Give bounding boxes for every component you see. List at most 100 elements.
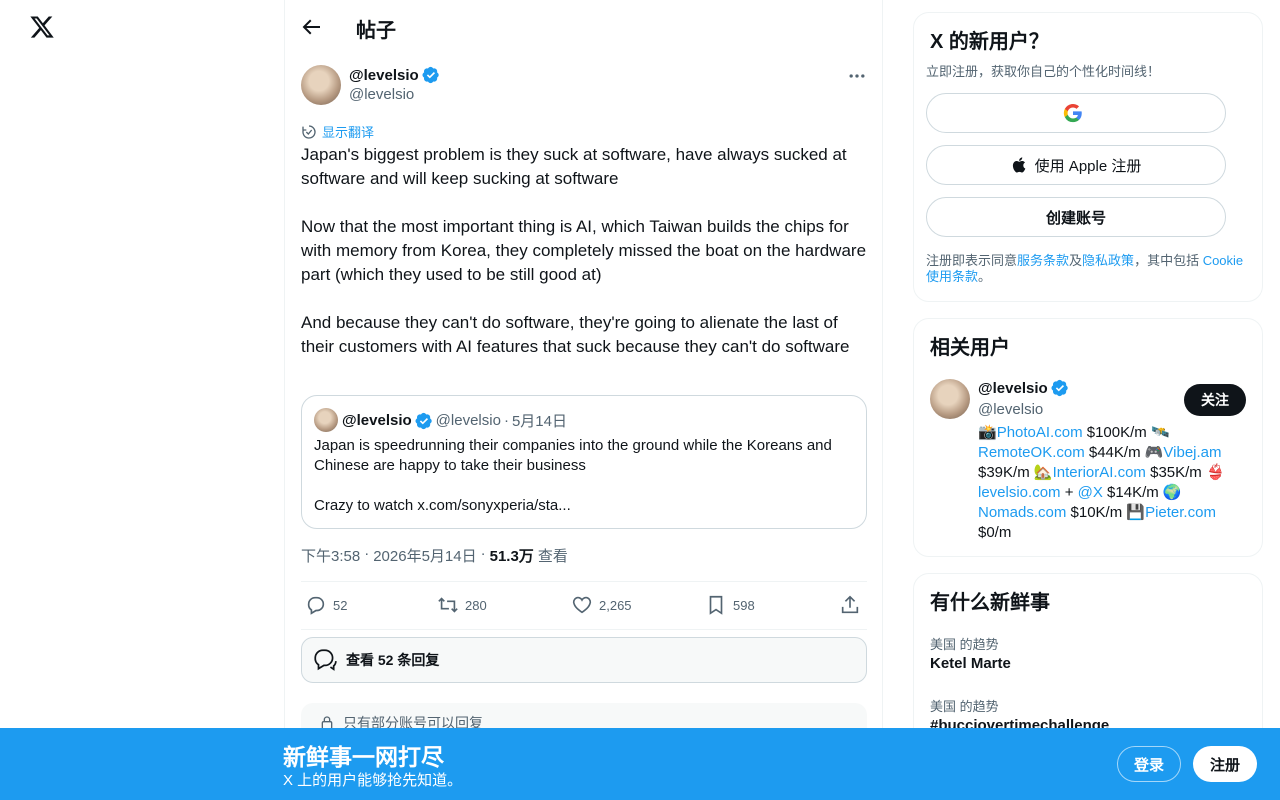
apple-signup-label[interactable]: 使用 Apple 注册 xyxy=(1035,155,1142,176)
bio-text: + xyxy=(1060,484,1078,501)
create-account-button[interactable]: 创建账号 xyxy=(926,197,1226,237)
quote-paragraph: Crazy to watch x.com/sonyxperia/sta... xyxy=(314,497,571,514)
trend-name[interactable]: Ketel Marte xyxy=(930,655,1011,672)
prompt-title: 新鲜事一网打尽 xyxy=(283,744,444,770)
tweet-paragraph: And because they can't do software, they… xyxy=(301,313,850,356)
tweet-date[interactable]: 2026年5月14日 xyxy=(373,545,476,566)
google-signup-button[interactable] xyxy=(926,93,1226,133)
bio-link[interactable]: RemoteOK.com xyxy=(978,444,1085,461)
house-emoji: 🏡 xyxy=(1033,464,1053,481)
bio-link[interactable]: Vibej.am xyxy=(1163,444,1221,461)
show-translation-link[interactable]: 显示翻译 xyxy=(301,122,374,141)
reply-count: 52 xyxy=(333,597,348,613)
page-title: 帖子 xyxy=(356,20,396,42)
bio-link[interactable]: Nomads.com xyxy=(978,504,1066,521)
retweet-button[interactable]: 280 xyxy=(437,594,487,616)
terms-end: 。 xyxy=(978,269,992,284)
meta-separator: · xyxy=(364,545,370,562)
trend-context: 美国 的趋势 xyxy=(930,637,999,652)
bookmark-button[interactable]: 598 xyxy=(705,594,755,616)
translate-label[interactable]: 显示翻译 xyxy=(322,122,374,141)
retweet-count: 280 xyxy=(465,597,487,613)
quoted-tweet[interactable]: @levelsio @levelsio · 5月14日 Japan is spe… xyxy=(301,395,867,529)
bookmark-icon xyxy=(709,595,723,615)
verified-badge-icon xyxy=(422,66,439,84)
bio-link[interactable]: Pieter.com xyxy=(1145,504,1216,521)
verified-badge-icon xyxy=(1051,379,1068,397)
related-user-handle[interactable]: @levelsio xyxy=(978,401,1043,418)
signup-card: X 的新用户？ 立即注册，获取你自己的个性化时间线！ 使用 Apple 注册 创… xyxy=(913,12,1263,302)
follow-button[interactable]: 关注 xyxy=(1184,384,1246,416)
back-arrow-icon[interactable] xyxy=(299,15,323,39)
quote-author-name: @levelsio xyxy=(342,412,412,429)
page-header: 帖子 xyxy=(285,0,883,54)
floppy-disk-emoji: 💾 xyxy=(1126,504,1146,521)
trends-title: 有什么新鲜事 xyxy=(930,592,1050,614)
tweet-paragraph: Japan's biggest problem is they suck at … xyxy=(301,145,847,188)
main-column: 帖子 @levelsio @levelsio 显示翻译 Japan's bigg… xyxy=(284,0,883,800)
meta-separator: · xyxy=(480,545,486,562)
quote-header: @levelsio @levelsio · 5月14日 xyxy=(342,410,567,431)
view-count: 51.3万 xyxy=(489,548,534,565)
tweet-text: Japan's biggest problem is they suck at … xyxy=(301,143,867,383)
bikini-emoji: 👙 xyxy=(1205,464,1225,481)
tweet-meta: 下午3:58 · 2026年5月14日 · 51.3万 查看 xyxy=(301,545,568,566)
related-user-name-row[interactable]: @levelsio xyxy=(978,379,1069,397)
quote-author-handle: @levelsio xyxy=(435,412,501,429)
related-user-name[interactable]: @levelsio xyxy=(978,380,1048,397)
signup-button[interactable]: 注册 xyxy=(1193,746,1257,782)
author-name[interactable]: @levelsio xyxy=(349,67,419,84)
verified-badge-icon xyxy=(415,412,432,429)
game-controller-emoji: 🎮 xyxy=(1144,444,1164,461)
action-bar: 52 280 2,265 598 xyxy=(301,590,867,622)
view-replies-label[interactable]: 查看 52 条回复 xyxy=(346,650,439,670)
bio-link[interactable]: PhotoAI.com xyxy=(997,424,1083,441)
bio-text: $0/m xyxy=(978,524,1012,541)
like-button[interactable]: 2,265 xyxy=(571,594,632,616)
trend-item[interactable]: 美国 的趋势 Ketel Marte xyxy=(930,634,1011,672)
author-handle[interactable]: @levelsio xyxy=(349,86,414,103)
share-button[interactable] xyxy=(839,594,861,616)
author-avatar[interactable] xyxy=(301,65,341,105)
tweet-time[interactable]: 下午3:58 xyxy=(301,545,360,566)
terms-and: 及 xyxy=(1069,253,1083,268)
create-account-label[interactable]: 创建账号 xyxy=(1046,207,1106,228)
terms-prefix: 注册即表示同意 xyxy=(926,253,1018,268)
related-users-title: 相关用户 xyxy=(930,337,1010,359)
trend-context: 美国 的趋势 xyxy=(930,699,999,714)
bio-mention[interactable]: @X xyxy=(1078,484,1103,501)
left-sidebar xyxy=(0,0,284,800)
quote-paragraph: Japan is speedrunning their companies in… xyxy=(314,437,832,474)
author-name-row[interactable]: @levelsio xyxy=(349,65,440,85)
conversation-icon xyxy=(314,649,337,671)
related-user-avatar[interactable] xyxy=(930,379,970,419)
view-replies-button[interactable]: 查看 52 条回复 xyxy=(301,637,867,683)
share-icon xyxy=(841,595,859,614)
quote-date: 5月14日 xyxy=(511,413,567,430)
terms-of-service-link[interactable]: 服务条款 xyxy=(1017,253,1069,268)
x-logo-icon[interactable] xyxy=(29,14,55,40)
bio-text: $44K/m xyxy=(1084,444,1145,461)
quote-avatar xyxy=(314,408,338,432)
views-label: 查看 xyxy=(537,548,568,565)
related-user-bio: 📸PhotoAI.com $100K/m 🛰️ RemoteOK.com $44K… xyxy=(978,423,1252,543)
quote-text: Japan is speedrunning their companies in… xyxy=(314,436,854,536)
apple-signup-button[interactable]: 使用 Apple 注册 xyxy=(926,145,1226,185)
bio-text: $10K/m xyxy=(1066,504,1127,521)
divider xyxy=(301,629,867,630)
login-button[interactable]: 登录 xyxy=(1117,746,1181,782)
bio-link[interactable]: InteriorAI.com xyxy=(1053,464,1146,481)
signup-subtitle: 立即注册，获取你自己的个性化时间线！ xyxy=(926,64,1161,79)
reply-button[interactable]: 52 xyxy=(305,594,347,616)
bookmark-count: 598 xyxy=(733,597,755,613)
terms-mid: ，其中包括 xyxy=(1134,253,1203,268)
privacy-policy-link[interactable]: 隐私政策 xyxy=(1082,253,1134,268)
bio-link[interactable]: levelsio.com xyxy=(978,484,1061,501)
bio-text: $14K/m xyxy=(1102,484,1163,501)
tweet-paragraph: Now that the most important thing is AI,… xyxy=(301,217,867,284)
signup-terms: 注册即表示同意服务条款及隐私政策，其中包括 Cookie 使用条款。 xyxy=(926,253,1252,285)
bio-text: $39K/m xyxy=(978,464,1034,481)
more-options-icon[interactable] xyxy=(847,66,867,86)
quote-separator: · xyxy=(503,412,509,429)
reply-icon xyxy=(307,596,325,615)
